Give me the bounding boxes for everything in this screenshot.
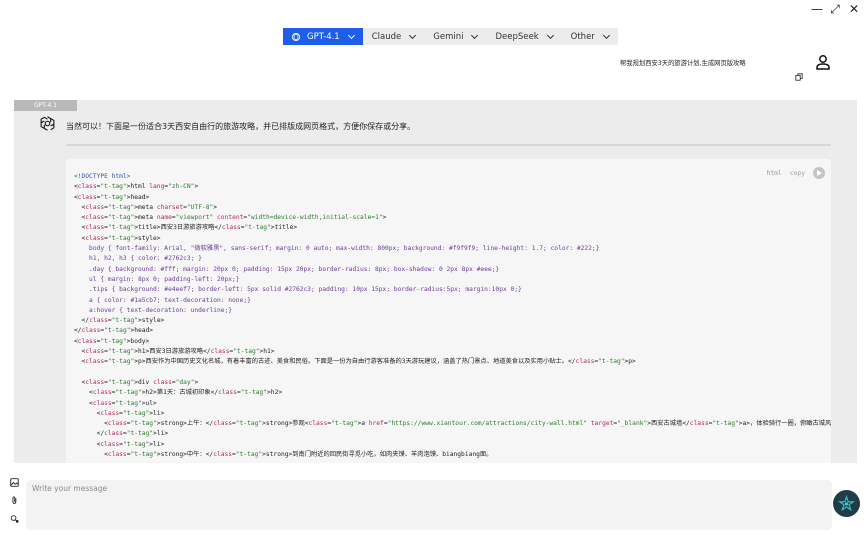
- tab-label: Claude: [371, 31, 402, 42]
- code-line: a:hover { text-decoration: underline;}: [74, 306, 233, 314]
- code-line: <class="t-tag">p>西安作为中国历史文化名城，有着丰富的古迹、美食…: [74, 358, 636, 366]
- model-label: GPT-4.1: [14, 100, 77, 111]
- window-controls: — ⤢ ✕: [811, 3, 859, 15]
- chevron-down-icon: [471, 31, 479, 39]
- minimize-icon[interactable]: —: [811, 3, 823, 15]
- tab-gemini[interactable]: Gemini: [424, 28, 486, 45]
- code-line: <class="t-tag">ul>: [74, 399, 157, 407]
- send-icon: [838, 495, 855, 512]
- code-line: <class="t-tag">strong>上午：</class="t-tag"…: [74, 420, 831, 428]
- chevron-down-icon: [409, 31, 417, 39]
- code-line: <class="t-tag">body>: [74, 337, 150, 345]
- tab-label: GPT-4.1: [307, 31, 340, 42]
- copy-icon[interactable]: [795, 73, 803, 81]
- composer-tools: [10, 478, 19, 523]
- tab-gpt-4-1[interactable]: GPT-4.1: [283, 28, 363, 45]
- tab-label: Other: [570, 31, 595, 42]
- code-line: <class="t-tag">h1>西安3日游旅游攻略</class="t-ta…: [74, 348, 275, 356]
- user-avatar-icon: [816, 55, 830, 70]
- code-line: h1, h2, h3 { color: #2762c3; }: [74, 255, 202, 263]
- code-line: <class="t-tag">meta charset="UTF-8">: [74, 203, 218, 211]
- model-selector: GPT-4.1 Claude Gemini DeepSeek Other: [283, 28, 618, 45]
- code-line: </class="t-tag">li>: [74, 430, 169, 438]
- code-line: </class="t-tag">style>: [74, 317, 165, 325]
- user-message: 帮我规划西安3天的旅游计划,生成网页版攻略: [620, 60, 746, 67]
- tab-claude[interactable]: Claude: [363, 28, 425, 45]
- openai-icon: [40, 116, 55, 131]
- chevron-down-icon: [347, 31, 355, 39]
- code-line: <!DOCTYPE html>: [74, 173, 131, 180]
- code-line: .day { background: #fff; margin: 20px 0;…: [74, 265, 500, 273]
- code-line: ul { margin: 8px 0; padding-left: 20px;}: [74, 275, 240, 283]
- message-input[interactable]: [26, 480, 832, 530]
- chevron-down-icon: [546, 31, 554, 39]
- divider: [66, 144, 831, 146]
- code-line: <class="t-tag">style>: [74, 234, 161, 242]
- openai-icon: [291, 32, 301, 41]
- tab-other[interactable]: Other: [562, 28, 618, 45]
- image-upload-icon[interactable]: [10, 478, 19, 487]
- code-line: body { font-family: Arial, "微软雅黑", sans-…: [74, 245, 600, 253]
- chevron-down-icon: [602, 31, 610, 39]
- send-button[interactable]: [833, 490, 860, 517]
- code-line: <class="t-tag">head>: [74, 193, 150, 201]
- assistant-response: GPT-4.1 当然可以！下面是一份适合3天西安自由行的旅游攻略，并已排版成网页…: [14, 100, 857, 463]
- code-block: html copy <!DOCTYPE html> <class="t-tag">…: [66, 159, 831, 463]
- code-line: .tips { background: #e4eef7; border-left…: [74, 286, 522, 294]
- code-line: <class="t-tag">div class="day">: [74, 378, 199, 386]
- message-input-box: [26, 480, 832, 530]
- tab-label: DeepSeek: [495, 31, 539, 42]
- tab-label: Gemini: [433, 31, 464, 42]
- code-line: a { color: #1a5cb7; text-decoration: non…: [74, 296, 251, 304]
- tab-deepseek[interactable]: DeepSeek: [486, 28, 561, 45]
- code-content: <!DOCTYPE html> <class="t-tag">html lang=…: [74, 172, 831, 460]
- response-intro: 当然可以！下面是一份适合3天西安自由行的旅游攻略，并已排版成网页格式，方便你保存…: [66, 122, 416, 131]
- code-line: <class="t-tag">meta name="viewport" cont…: [74, 214, 387, 222]
- code-line: <class="t-tag">li>: [74, 409, 165, 417]
- code-line: </class="t-tag">head>: [74, 327, 154, 335]
- code-line: <class="t-tag">title>西安3日游旅游攻略</class="t…: [74, 224, 298, 232]
- code-line: <class="t-tag">strong>中午：</class="t-tag"…: [74, 451, 493, 459]
- close-icon[interactable]: ✕: [849, 3, 859, 15]
- settings-icon[interactable]: [10, 514, 19, 523]
- code-line: <class="t-tag">li>: [74, 440, 165, 448]
- code-line: <class="t-tag">h2>第1天：古城初印象</class="t-ta…: [74, 389, 283, 397]
- code-line: <class="t-tag">html lang="zh-CN">: [74, 183, 199, 191]
- attachment-icon[interactable]: [10, 496, 19, 505]
- maximize-icon[interactable]: ⤢: [830, 3, 840, 15]
